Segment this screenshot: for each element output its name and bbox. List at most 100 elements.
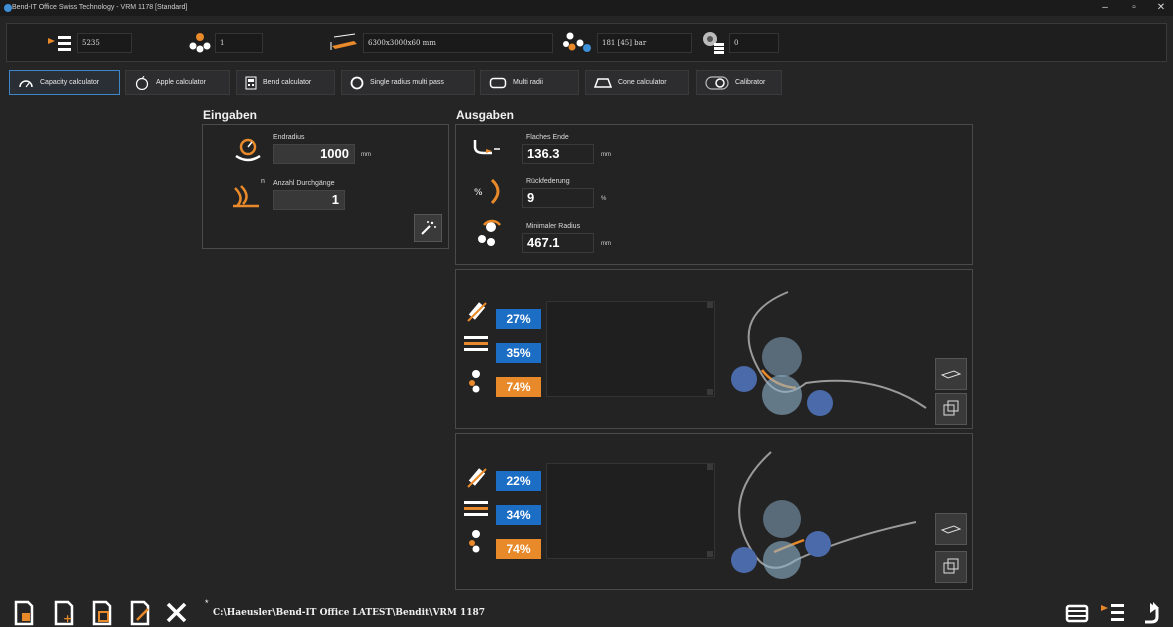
graph-scroll-down[interactable] xyxy=(707,389,713,395)
unsaved-marker: * xyxy=(205,598,209,608)
inputs-panel: Endradius 1000 mm n Anzahl Durchgänge 1 xyxy=(202,124,449,249)
database-icon xyxy=(703,31,724,54)
machine-status-bar: 5235 1 6300x3000x60 mm 181 [45] bar 0 xyxy=(6,23,1167,62)
outputs-heading: Ausgaben xyxy=(456,108,515,122)
tab-multi-radii[interactable]: Multi radii xyxy=(480,70,579,95)
rolls-stat: 1 xyxy=(189,29,263,56)
tab-capacity-calculator[interactable]: Capacity calculator xyxy=(9,70,120,95)
tab-label: Cone calculator xyxy=(618,79,667,86)
calculator-tabs: Capacity calculator Apple calculator Ben… xyxy=(0,67,1173,97)
tab-label: Bend calculator xyxy=(263,79,312,86)
passes-input[interactable]: 1 xyxy=(273,190,345,210)
save-as-button[interactable] xyxy=(126,599,154,627)
load-history-graph xyxy=(546,463,715,559)
tab-label: Single radius multi pass xyxy=(370,79,444,86)
back-arrow-icon xyxy=(1145,602,1159,624)
rolling-machine-diagram xyxy=(731,291,927,416)
magic-wand-icon xyxy=(421,221,436,235)
cone-icon xyxy=(594,77,612,88)
program-list-button[interactable] xyxy=(1099,599,1127,627)
graph-scroll-up[interactable] xyxy=(707,302,713,308)
pressure-value: 181 [45] bar xyxy=(597,32,692,53)
passes-label: Anzahl Durchgänge xyxy=(273,180,335,187)
list-table-icon xyxy=(1065,604,1089,623)
roll-wear-icon xyxy=(467,302,487,322)
end-radius-input[interactable]: 1000 xyxy=(273,144,355,164)
close-file-button[interactable] xyxy=(163,599,191,627)
tab-cone-calculator[interactable]: Cone calculator xyxy=(585,70,689,95)
plate-view-icon xyxy=(940,525,962,534)
close-window-button[interactable]: ✕ xyxy=(1153,1,1169,15)
tab-apple-calculator[interactable]: Apple calculator xyxy=(125,70,230,95)
maximize-button[interactable]: ▫ xyxy=(1126,1,1142,15)
window-title: Bend-IT Office Swiss Technology - VRM 11… xyxy=(12,4,188,11)
inputs-heading: Eingaben xyxy=(203,108,258,122)
press-force-icon xyxy=(464,336,488,351)
tab-label: Multi radii xyxy=(513,79,543,86)
title-bar: Bend-IT Office Swiss Technology - VRM 11… xyxy=(0,0,1173,16)
flat-view-button[interactable] xyxy=(935,358,967,390)
program-list-icon xyxy=(48,35,71,51)
3d-view-button[interactable] xyxy=(935,551,967,583)
springback-output: 9 xyxy=(522,188,594,208)
dimensions-value: 6300x3000x60 mm xyxy=(363,32,553,53)
magic-wand-button[interactable] xyxy=(414,214,442,242)
springback-icon: % xyxy=(474,178,500,205)
minimize-button[interactable]: – xyxy=(1097,1,1113,15)
gauge-icon xyxy=(19,79,33,87)
passes-icon xyxy=(233,185,259,208)
tab-bend-calculator[interactable]: Bend calculator xyxy=(236,70,335,95)
roll-load-percent: 22% xyxy=(496,471,541,491)
torque-icon xyxy=(469,530,480,553)
apple-icon xyxy=(135,75,149,90)
graph-scroll-down[interactable] xyxy=(707,551,713,557)
plate-dimensions-icon xyxy=(330,33,357,50)
graph-scroll-up[interactable] xyxy=(707,464,713,470)
press-load-percent: 35% xyxy=(496,343,541,363)
load-panel-end: 22% 34% 74% xyxy=(455,433,973,590)
load-panel-start: 27% 35% 74% xyxy=(455,269,973,429)
min-radius-output: 467.1 xyxy=(522,233,594,253)
3d-view-button[interactable] xyxy=(935,393,967,425)
rounded-rect-icon xyxy=(489,77,507,88)
program-stat: 5235 xyxy=(47,29,132,56)
machine-table-button[interactable] xyxy=(1063,599,1091,627)
press-force-icon xyxy=(464,501,488,516)
svg-text:%: % xyxy=(474,188,483,198)
plate-view-icon xyxy=(940,370,962,379)
pressure-icon xyxy=(563,32,591,52)
springback-label: Rückfederung xyxy=(526,178,570,185)
springback-unit: % xyxy=(601,196,607,202)
rolling-machine-diagram xyxy=(731,451,917,579)
min-radius-unit: mm xyxy=(601,241,611,247)
tab-label: Apple calculator xyxy=(156,79,206,86)
roll-load-percent: 27% xyxy=(496,309,541,329)
save-file-button[interactable] xyxy=(88,599,116,627)
end-radius-unit: mm xyxy=(361,152,371,158)
roll-wear-icon xyxy=(467,468,487,488)
calibrator-icon xyxy=(705,75,729,90)
tab-single-radius-multi-pass[interactable]: Single radius multi pass xyxy=(341,70,475,95)
press-load-percent: 34% xyxy=(496,505,541,525)
tab-label: Calibrator xyxy=(735,79,766,86)
pressure-stat: 181 [45] bar xyxy=(563,29,692,56)
back-button[interactable] xyxy=(1137,599,1165,627)
flat-view-button[interactable] xyxy=(935,513,967,545)
load-history-graph xyxy=(546,301,715,397)
rolls-icon xyxy=(189,32,211,52)
flat-end-output: 136.3 xyxy=(522,144,594,164)
flat-end-icon xyxy=(473,140,500,155)
calculator-icon xyxy=(245,76,257,89)
counter-stat: 0 xyxy=(701,29,779,56)
save-as-icon xyxy=(130,600,150,626)
torque-icon xyxy=(469,370,480,393)
torque-load-percent: 74% xyxy=(496,377,541,397)
new-file-button[interactable]: + xyxy=(50,599,78,627)
counter-value: 0 xyxy=(729,32,779,53)
save-file-icon xyxy=(92,600,112,626)
min-radius-icon xyxy=(478,219,501,246)
program-list-icon xyxy=(1101,604,1124,621)
cube-icon xyxy=(943,400,959,416)
open-file-button[interactable] xyxy=(10,599,38,627)
tab-calibrator[interactable]: Calibrator xyxy=(696,70,782,95)
